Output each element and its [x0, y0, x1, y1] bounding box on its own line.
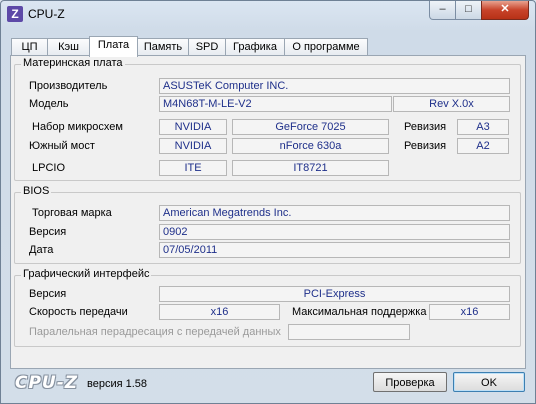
southbridge-label: Южный мост [29, 140, 95, 152]
manufacturer-field: ASUSTeK Computer INC. [159, 78, 510, 94]
ok-button[interactable]: OK [453, 372, 525, 392]
bios-date-field: 07/05/2011 [159, 242, 510, 258]
gi-sideband-label: Паралельная перадресация с передачей дан… [29, 326, 281, 338]
tab-cache[interactable]: Кэш [47, 38, 90, 56]
validate-button[interactable]: Проверка [373, 372, 447, 392]
chipset-revision-label: Ревизия [404, 121, 447, 133]
tab-graphics[interactable]: Графика [225, 38, 285, 56]
bios-version-field: 0902 [159, 224, 510, 240]
maximize-button[interactable]: □ [455, 1, 482, 20]
graphic-interface-group: Графический интерфейс Версия PCI-Express… [14, 268, 521, 347]
tab-spd[interactable]: SPD [188, 38, 226, 56]
window-title: CPU-Z [28, 7, 65, 21]
gi-link-width-field: x16 [159, 304, 280, 320]
gi-max-supported-label: Максимальная поддержка [292, 306, 427, 318]
bios-brand-label: Торговая марка [32, 207, 112, 219]
bios-version-label: Версия [29, 226, 67, 238]
title-bar[interactable]: Z CPU-Z – □ ✕ [1, 1, 535, 27]
motherboard-group: Материнская плата Производитель ASUSTeK … [14, 57, 521, 181]
southbridge-vendor-field: NVIDIA [159, 138, 227, 154]
bios-brand-field: American Megatrends Inc. [159, 205, 510, 221]
southbridge-name-field: nForce 630a [232, 138, 389, 154]
gi-version-field: PCI-Express [159, 286, 510, 302]
gi-sideband-field [288, 324, 410, 340]
bios-group-title: BIOS [21, 185, 52, 197]
minimize-button[interactable]: – [429, 1, 456, 20]
cpuz-logo: CPU-Z [15, 373, 79, 393]
close-button[interactable]: ✕ [481, 1, 529, 20]
model-field: M4N68T-M-LE-V2 [159, 96, 392, 112]
chipset-name-field: GeForce 7025 [232, 119, 389, 135]
lpcio-name-field: IT8721 [232, 160, 389, 176]
southbridge-revision-label: Ревизия [404, 140, 447, 152]
cpuz-app-icon: Z [7, 6, 23, 22]
motherboard-group-title: Материнская плата [21, 57, 125, 69]
lpcio-label: LPCIO [32, 162, 66, 174]
bios-group: BIOS Торговая марка American Megatrends … [14, 185, 521, 264]
gi-link-width-label: Скорость передачи [29, 306, 128, 318]
tab-memory[interactable]: Память [137, 38, 189, 56]
tab-mainboard[interactable]: Плата [89, 36, 138, 57]
tab-about[interactable]: О программе [284, 38, 368, 56]
manufacturer-label: Производитель [29, 80, 108, 92]
gi-max-supported-field: x16 [429, 304, 510, 320]
mainboard-panel: Материнская плата Производитель ASUSTeK … [10, 55, 526, 369]
gi-version-label: Версия [29, 288, 67, 300]
chipset-vendor-field: NVIDIA [159, 119, 227, 135]
model-label: Модель [29, 98, 69, 110]
model-revision-field: Rev X.0x [393, 96, 510, 112]
bios-date-label: Дата [29, 244, 54, 256]
graphic-interface-group-title: Графический интерфейс [21, 268, 152, 280]
southbridge-revision-field: A2 [457, 138, 509, 154]
version-text: версия 1.58 [87, 378, 148, 390]
cpuz-window: Z CPU-Z – □ ✕ ЦП Кэш Плата Память SPD Гр… [0, 0, 536, 404]
lpcio-vendor-field: ITE [159, 160, 227, 176]
chipset-revision-field: A3 [457, 119, 509, 135]
chipset-label: Набор микросхем [32, 121, 123, 133]
tab-cpu[interactable]: ЦП [11, 38, 48, 56]
